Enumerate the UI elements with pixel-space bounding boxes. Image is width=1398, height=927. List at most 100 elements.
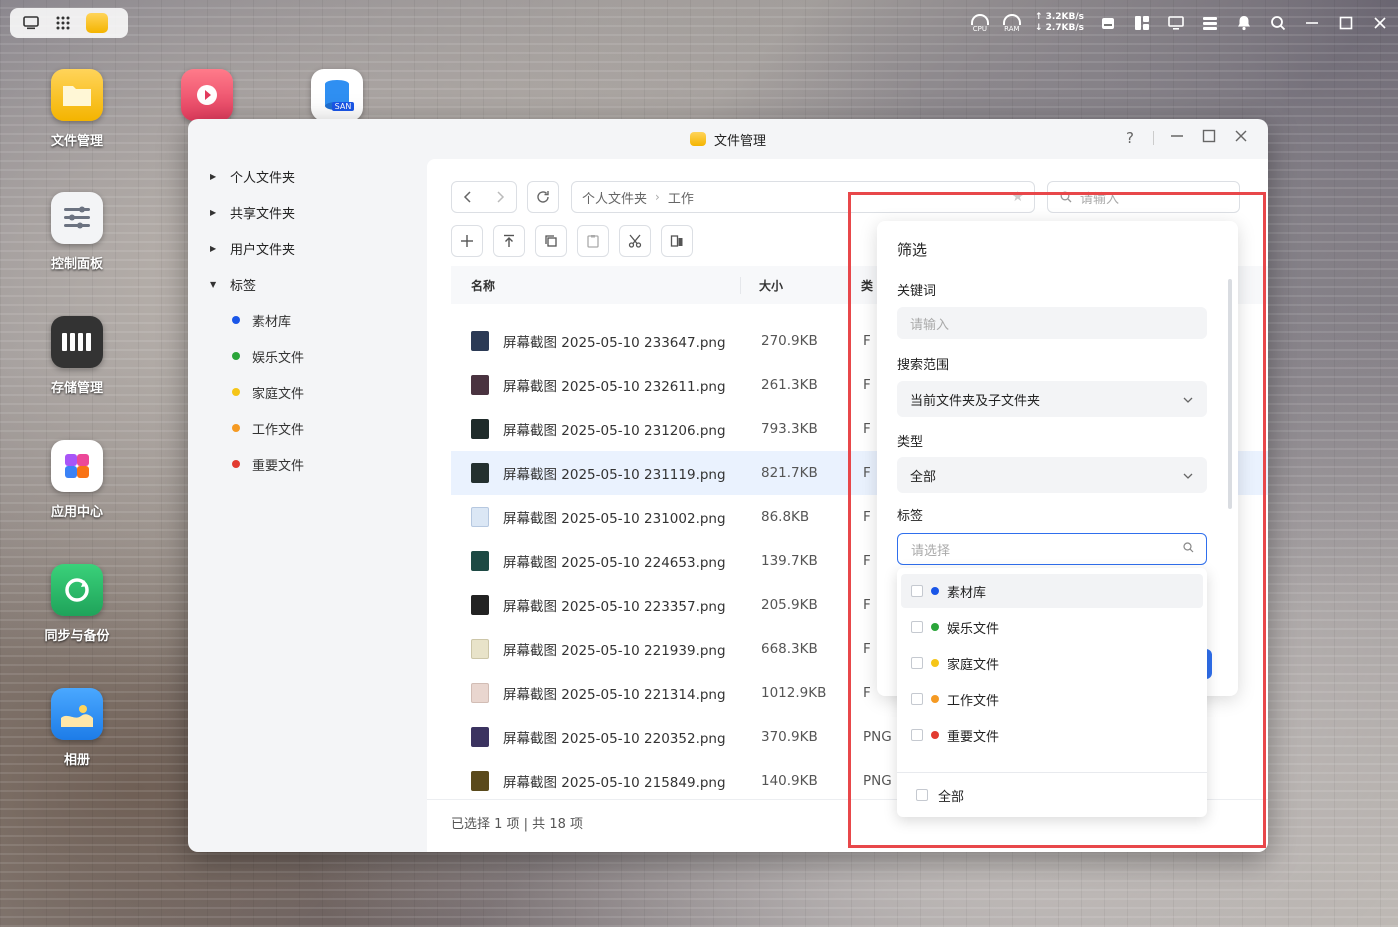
scope-label: 搜索范围 — [897, 358, 950, 373]
filter-title: 筛选 — [897, 241, 928, 259]
checkbox[interactable] — [911, 657, 923, 669]
favorite-star-icon[interactable]: ★ — [1011, 189, 1024, 205]
sidebar: ▶ 个人文件夹 ▶ 共享文件夹 ▶ 用户文件夹 ▼ 标签 素材库 娱乐文件 家庭… — [188, 159, 426, 852]
file-name: 屏幕截图 2025-05-10 220352.png — [503, 731, 726, 747]
column-header-size[interactable]: 大小 — [741, 277, 851, 294]
maximize-button[interactable] — [1200, 129, 1218, 147]
image-thumbnail-icon — [471, 507, 489, 527]
desktop-icon-photos[interactable]: 相册 — [27, 688, 127, 768]
app-launcher-icon[interactable] — [54, 14, 72, 32]
cut-button[interactable] — [619, 225, 651, 257]
checkbox[interactable] — [911, 693, 923, 705]
minimize-all-icon[interactable] — [1302, 13, 1322, 33]
breadcrumb-current[interactable]: 工作 — [668, 188, 694, 207]
desktop-icon-sync-backup[interactable]: 同步与备份 — [27, 564, 127, 644]
upload-button[interactable] — [493, 225, 525, 257]
desktop-icon-label: 文件管理 — [50, 134, 103, 149]
sidebar-item-label: 个人文件夹 — [230, 170, 296, 186]
tag-option-material[interactable]: 素材库 — [901, 574, 1203, 608]
tag-color-dot — [931, 659, 939, 667]
sidebar-tag-family[interactable]: 家庭文件 — [232, 380, 304, 404]
cpu-gauge-icon[interactable]: CPU — [970, 13, 989, 33]
file-type: F — [863, 333, 871, 349]
search-icon[interactable] — [1268, 13, 1288, 33]
file-type: F — [863, 465, 871, 481]
desktop-icon-file-manager[interactable]: 文件管理 — [27, 69, 127, 149]
tag-option-entertainment[interactable]: 娱乐文件 — [901, 610, 1203, 644]
desktop-icon-app-center[interactable]: 应用中心 — [27, 440, 127, 520]
tag-color-dot — [931, 695, 939, 703]
search-icon — [1060, 191, 1072, 203]
sidebar-item-label: 标签 — [230, 278, 257, 294]
desktop-icon-label: 控制面板 — [50, 257, 103, 272]
breadcrumb-root[interactable]: 个人文件夹 — [582, 188, 647, 207]
tag-color-dot — [931, 731, 939, 739]
breadcrumb[interactable]: 个人文件夹 › 工作 ★ — [571, 181, 1035, 213]
column-header-name[interactable]: 名称 — [451, 276, 741, 294]
help-button[interactable]: ? — [1121, 129, 1139, 147]
sidebar-tag-work[interactable]: 工作文件 — [232, 416, 304, 440]
close-icon[interactable] — [1370, 13, 1390, 33]
widgets-icon[interactable] — [1132, 13, 1152, 33]
sidebar-tag-material[interactable]: 素材库 — [232, 308, 291, 332]
tag-option-family[interactable]: 家庭文件 — [901, 646, 1203, 680]
maximize-icon[interactable] — [1336, 13, 1356, 33]
checkbox[interactable] — [916, 789, 928, 801]
minimize-button[interactable] — [1168, 129, 1186, 147]
checkbox[interactable] — [911, 729, 923, 741]
folder-icon — [51, 69, 103, 121]
file-manager-icon — [689, 132, 706, 146]
ram-gauge-icon[interactable]: RAM — [1002, 13, 1021, 33]
new-button[interactable] — [451, 225, 483, 257]
image-thumbnail-icon — [471, 771, 489, 791]
tag-option-all-label: 全部 — [938, 789, 965, 805]
refresh-button[interactable] — [527, 181, 559, 213]
file-type: PNG — [863, 729, 892, 745]
sidebar-item-users[interactable]: ▶ 用户文件夹 — [210, 236, 295, 260]
desktop-icon-san[interactable]: SAN — [287, 69, 387, 121]
sidebar-item-shared[interactable]: ▶ 共享文件夹 — [210, 200, 295, 224]
tag-option-important[interactable]: 重要文件 — [901, 718, 1203, 752]
checkbox[interactable] — [911, 585, 923, 597]
search-input[interactable]: 请输入 — [1047, 181, 1240, 213]
checkbox[interactable] — [911, 621, 923, 633]
taskbar-file-manager-icon[interactable] — [86, 13, 108, 33]
scope-select[interactable]: 当前文件夹及子文件夹 — [897, 381, 1207, 417]
paste-button[interactable] — [577, 225, 609, 257]
show-desktop-icon[interactable] — [22, 14, 40, 32]
taskbar-right: CPU RAM ↑ 3.2KB/s ↓ 2.7KB/s — [970, 6, 1390, 40]
sidebar-tag-entertainment[interactable]: 娱乐文件 — [232, 344, 304, 368]
search-icon — [1183, 542, 1194, 556]
copy-button[interactable] — [535, 225, 567, 257]
filter-scrollbar[interactable] — [1228, 279, 1232, 509]
sync-backup-icon — [51, 564, 103, 616]
keyword-input[interactable]: 请输入 — [897, 307, 1207, 339]
sidebar-item-tags[interactable]: ▼ 标签 — [210, 272, 256, 296]
monitor-icon[interactable] — [1166, 13, 1186, 33]
tag-option-all[interactable]: 全部 — [906, 778, 1203, 812]
column-header-type[interactable]: 类 — [851, 277, 873, 294]
desktop-icon-storage[interactable]: 存储管理 — [27, 316, 127, 396]
sidebar-tag-label: 家庭文件 — [252, 386, 305, 402]
network-speed[interactable]: ↑ 3.2KB/s ↓ 2.7KB/s — [1035, 12, 1084, 34]
task-list-icon[interactable] — [1200, 13, 1220, 33]
desktop-icon-control-panel[interactable]: 控制面板 — [27, 192, 127, 272]
sidebar-item-personal[interactable]: ▶ 个人文件夹 — [210, 164, 295, 188]
caret-right-icon: ▶ — [210, 243, 217, 253]
back-button[interactable] — [452, 182, 484, 212]
tag-select-input[interactable]: 请选择 — [897, 533, 1207, 565]
tag-option-work[interactable]: 工作文件 — [901, 682, 1203, 716]
close-button[interactable] — [1232, 129, 1250, 147]
file-size: 1012.9KB — [761, 685, 827, 701]
desktop-icon-video[interactable] — [157, 69, 257, 121]
notification-bell-icon[interactable] — [1234, 13, 1254, 33]
storage-icon[interactable] — [1098, 13, 1118, 33]
file-size: 139.7KB — [761, 553, 818, 569]
window-titlebar[interactable]: 文件管理 — [188, 119, 1268, 159]
type-select[interactable]: 全部 — [897, 457, 1207, 493]
file-type: F — [863, 509, 871, 525]
tag-option-label: 家庭文件 — [947, 657, 1000, 673]
sidebar-tag-important[interactable]: 重要文件 — [232, 452, 304, 476]
move-button[interactable] — [661, 225, 693, 257]
forward-button[interactable] — [484, 182, 516, 212]
